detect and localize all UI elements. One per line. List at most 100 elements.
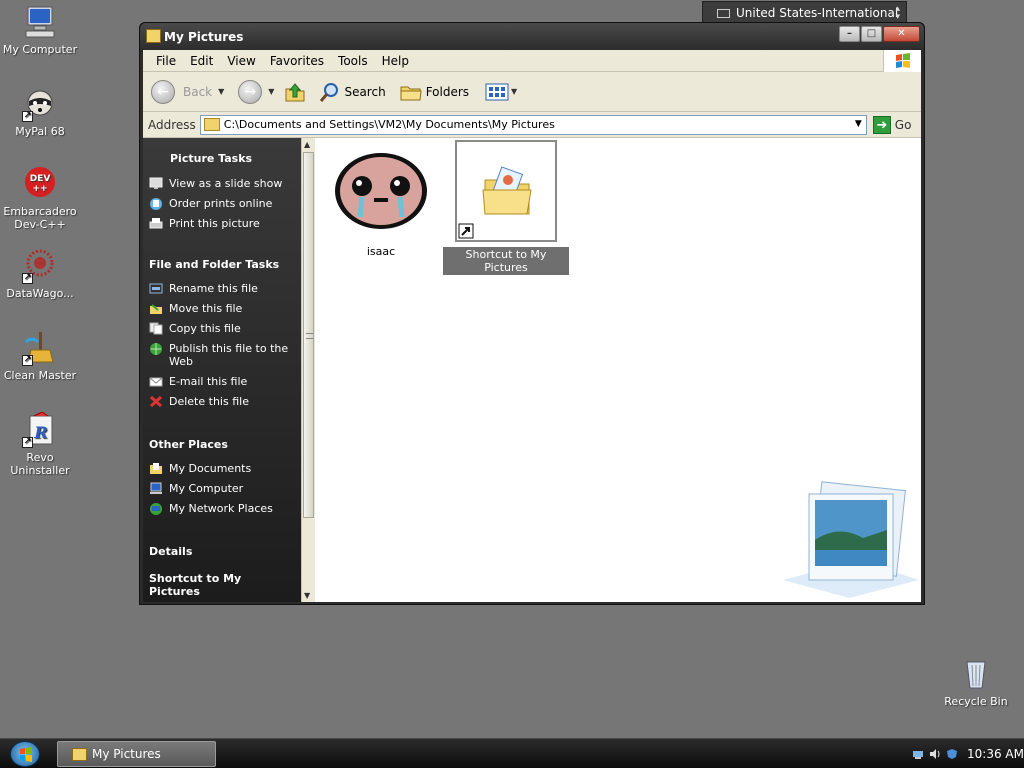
file-item[interactable]: isaac	[330, 141, 432, 259]
task-move[interactable]: Move this file	[149, 299, 295, 319]
slideshow-icon	[149, 177, 163, 189]
back-history-dropdown[interactable]: ▼	[218, 87, 224, 96]
back-button[interactable]: ← Back	[151, 79, 212, 104]
folder-icon	[146, 29, 161, 43]
other-places-header[interactable]: Other Places	[149, 432, 295, 459]
recycle-bin-icon	[958, 656, 994, 692]
desktop-icon-label: Embarcadero Dev-C++	[3, 205, 77, 231]
language-label: United States-International	[736, 6, 899, 20]
menu-file[interactable]: File	[149, 54, 183, 68]
task-label: Print this picture	[169, 217, 260, 230]
delete-icon	[149, 395, 163, 408]
search-button[interactable]: Search	[318, 81, 386, 103]
address-label: Address	[148, 117, 196, 132]
my-computer-icon	[150, 482, 162, 494]
task-copy[interactable]: Copy this file	[149, 319, 295, 339]
standard-toolbar: ← Back ▼ → ▼ Search Folders ▼	[143, 72, 921, 112]
folders-button[interactable]: Folders	[400, 82, 469, 102]
menu-help[interactable]: Help	[375, 54, 416, 68]
volume-tray-icon[interactable]	[929, 748, 941, 760]
task-publish-web[interactable]: Publish this file to the Web	[149, 339, 295, 372]
copy-icon	[149, 322, 163, 335]
desktop-icon-recycle-bin[interactable]: Recycle Bin	[937, 656, 1015, 708]
desktop-icon-datawago[interactable]: ↗ DataWago...	[1, 248, 79, 300]
task-label: Publish this file to the Web	[169, 342, 289, 368]
menu-view[interactable]: View	[220, 54, 262, 68]
menu-edit[interactable]: Edit	[183, 54, 220, 68]
menu-favorites[interactable]: Favorites	[263, 54, 331, 68]
search-icon	[320, 82, 339, 102]
task-view-slideshow[interactable]: View as a slide show	[149, 174, 295, 194]
task-label: Copy this file	[169, 322, 241, 335]
window-title: My Pictures	[164, 29, 244, 44]
place-my-network[interactable]: My Network Places	[149, 499, 295, 519]
mypal-raccoon-icon: ↗	[22, 86, 58, 122]
title-bar[interactable]: My Pictures – □ ✕	[140, 23, 924, 50]
desktop-icon-label: MyPal 68	[15, 125, 65, 138]
devcpp-icon: DEV ++	[22, 166, 58, 202]
picture-tasks-header[interactable]: Picture Tasks	[170, 146, 295, 174]
address-input[interactable]: C:\Documents and Settings\VM2\My Documen…	[199, 114, 867, 135]
views-dropdown-icon: ▼	[511, 87, 518, 96]
datawago-icon: ↗	[22, 248, 58, 284]
desktop-icon-clean-master[interactable]: ↗ Clean Master	[1, 330, 79, 382]
my-pictures-watermark-icon	[783, 481, 919, 598]
forward-history-dropdown[interactable]: ▼	[268, 87, 274, 96]
taskbar-button-label: My Pictures	[92, 747, 161, 761]
other-places-section: Other Places My Documents My Computer My…	[143, 432, 301, 519]
windows-start-icon	[20, 747, 32, 762]
views-button[interactable]: ▼	[485, 82, 517, 102]
system-tray: 10:36 AM	[904, 739, 1024, 768]
keyboard-icon	[717, 8, 730, 18]
task-print-picture[interactable]: Print this picture	[149, 214, 295, 234]
task-label: Order prints online	[169, 197, 273, 210]
task-label: Delete this file	[169, 395, 249, 408]
address-bar: Address C:\Documents and Settings\VM2\My…	[143, 112, 921, 138]
details-header[interactable]: Details	[149, 539, 295, 572]
svg-text:++: ++	[32, 184, 47, 194]
maximize-button[interactable]: □	[861, 26, 882, 42]
scrollbar-thumb[interactable]	[303, 152, 314, 518]
desktop-icon-revo[interactable]: R ↗ Revo Uninstaller	[1, 411, 79, 477]
minimize-button[interactable]: –	[839, 26, 860, 42]
up-folder-button[interactable]	[284, 81, 306, 103]
desktop-icon-label: Recycle Bin	[944, 695, 1008, 708]
details-file-name: Shortcut to My Pictures	[149, 572, 242, 598]
desktop-icon-label: Clean Master	[3, 369, 77, 382]
start-button[interactable]	[10, 741, 40, 767]
place-my-computer[interactable]: My Computer	[149, 479, 295, 499]
desktop-icon-devcpp[interactable]: DEV ++ Embarcadero Dev-C++	[1, 166, 79, 231]
taskbar: My Pictures 10:36 AM	[0, 738, 1024, 768]
go-button[interactable]: ➜ Go	[872, 115, 912, 134]
scroll-down-arrow-icon[interactable]: ▼	[304, 591, 310, 600]
menu-tools[interactable]: Tools	[331, 54, 375, 68]
file-name: isaac	[366, 245, 396, 258]
desktop-icon-my-computer[interactable]: My Computer	[1, 4, 79, 56]
address-dropdown-icon[interactable]: ▼	[855, 119, 862, 129]
language-bar-options-icon[interactable]: ▴ ▾	[895, 5, 900, 22]
task-pane-scrollbar[interactable]: ▲ ▼	[301, 138, 315, 602]
shortcut-arrow-icon: ↗	[22, 273, 33, 284]
security-tray-icon[interactable]	[946, 748, 958, 760]
taskbar-button-my-pictures[interactable]: My Pictures	[57, 741, 216, 767]
task-delete[interactable]: Delete this file	[149, 392, 295, 412]
desktop-icon-mypal[interactable]: ↗ MyPal 68	[1, 86, 79, 138]
task-label: Move this file	[169, 302, 243, 315]
file-folder-tasks-header[interactable]: File and Folder Tasks	[149, 252, 295, 279]
network-tray-icon[interactable]	[912, 748, 924, 760]
task-rename[interactable]: Rename this file	[149, 279, 295, 299]
scroll-up-arrow-icon[interactable]: ▲	[304, 140, 310, 149]
file-folder-tasks-section: File and Folder Tasks Rename this file M…	[143, 252, 301, 412]
task-email[interactable]: E-mail this file	[149, 372, 295, 392]
file-list-view[interactable]: isaac Shortcut to My Pictures	[315, 138, 921, 602]
folders-icon	[400, 86, 422, 100]
file-item[interactable]: Shortcut to My Pictures	[443, 140, 569, 275]
explorer-window: My Pictures – □ ✕ File Edit View Favorit…	[139, 22, 925, 605]
place-label: My Network Places	[169, 502, 273, 515]
place-my-documents[interactable]: My Documents	[149, 459, 295, 479]
forward-button[interactable]: →	[238, 79, 263, 104]
task-order-prints[interactable]: Order prints online	[149, 194, 295, 214]
close-button[interactable]: ✕	[883, 26, 920, 42]
go-label: Go	[894, 117, 912, 132]
clock[interactable]: 10:36 AM	[967, 747, 1024, 761]
